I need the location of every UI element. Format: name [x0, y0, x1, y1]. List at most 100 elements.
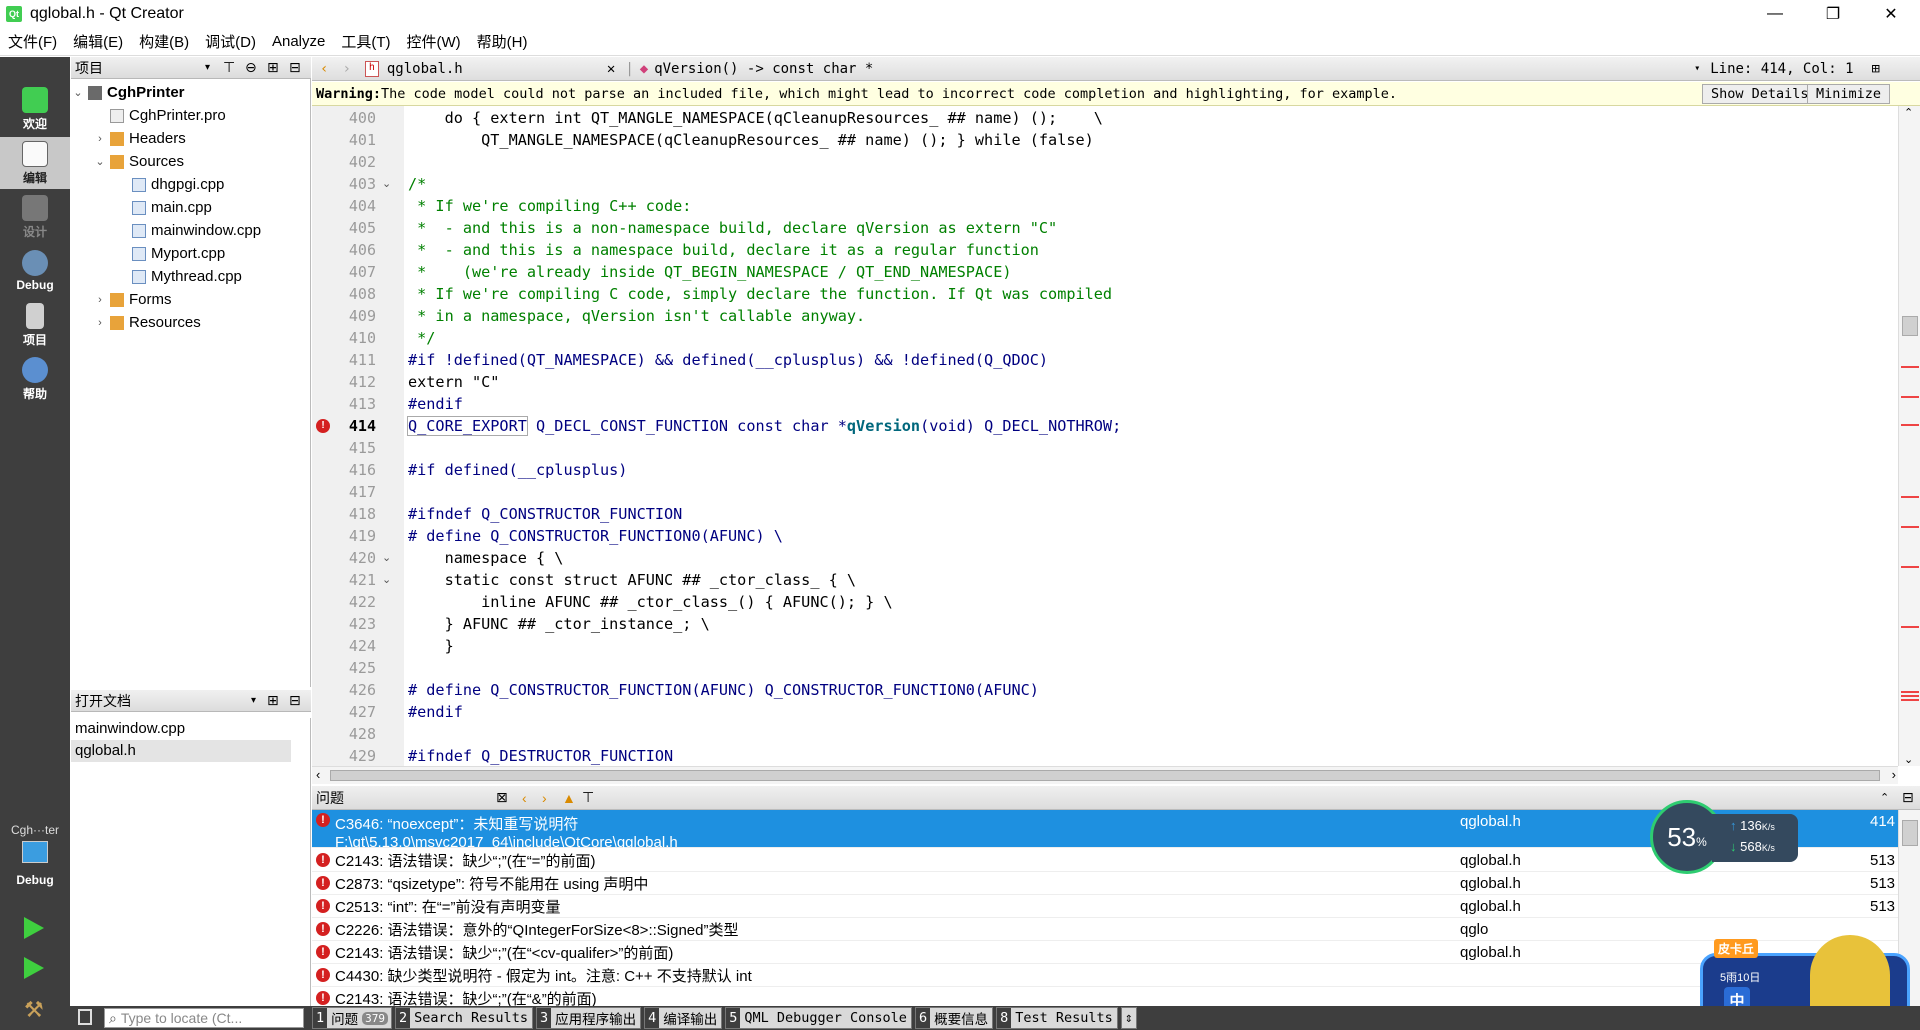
next-issue-icon[interactable]: › [542, 790, 547, 806]
tree-item-project[interactable]: ⌄ CghPrinter [71, 81, 184, 104]
scroll-thumb[interactable] [1902, 316, 1918, 336]
issue-row[interactable]: ! C2143: 语法错误：缺少“;”(在“&”的前面) [312, 987, 1898, 1006]
fold-chevron-icon[interactable]: ⌄ [382, 569, 391, 591]
tree-item-file[interactable]: mainwindow.cpp [115, 219, 261, 242]
scroll-thumb[interactable] [330, 770, 1880, 781]
minimize-button[interactable]: — [1746, 0, 1804, 28]
code-editor[interactable]: do { extern int QT_MANGLE_NAMESPACE(qCle… [404, 106, 1894, 766]
scroll-up-icon[interactable]: ⌃ [1904, 106, 1913, 119]
code-line[interactable]: * If we're compiling C++ code: [408, 195, 691, 217]
tab-search-results[interactable]: 2 Search Results [395, 1007, 533, 1029]
minimize-warning-button[interactable]: Minimize [1807, 84, 1891, 104]
tree-item-sources[interactable]: ⌄ Sources [93, 150, 184, 173]
close-panel-icon[interactable]: ⊟ [289, 59, 301, 76]
tab-issues[interactable]: 1 问题 379 [312, 1007, 393, 1029]
file-selector[interactable]: qglobal.h [387, 61, 607, 77]
mode-help[interactable]: 帮助 [0, 353, 70, 405]
warning-filter-icon[interactable]: ▲ [562, 790, 576, 806]
close-file-icon[interactable]: ✕ [607, 61, 615, 77]
more-tabs-icon[interactable]: ⇕ [1120, 1007, 1137, 1029]
code-line[interactable]: static const struct AFUNC ## _ctor_class… [408, 569, 856, 591]
tree-item-file[interactable]: Myport.cpp [115, 242, 225, 265]
error-marker-icon[interactable]: ! [316, 419, 330, 433]
horizontal-scrollbar[interactable]: ‹ › [312, 766, 1898, 784]
issue-row[interactable]: ! C2513: “int”: 在“=”前没有声明变量 qglobal.h 513 [312, 895, 1898, 918]
chevron-right-icon[interactable]: › [93, 133, 107, 145]
toggle-sidebar-icon[interactable] [78, 1009, 92, 1025]
maximize-button[interactable]: ❐ [1804, 0, 1862, 28]
symbol-selector[interactable]: qVersion() -> const char * [654, 61, 1694, 77]
issue-row[interactable]: ! C4430: 缺少类型说明符 - 假定为 int。注意: C++ 不支持默认 … [312, 964, 1898, 987]
maximize-panel-icon[interactable]: ⌃ [1880, 791, 1889, 804]
code-line[interactable]: inline AFUNC ## _ctor_class_() { AFUNC()… [408, 591, 892, 613]
open-doc-item[interactable]: mainwindow.cpp [71, 718, 310, 740]
code-line[interactable]: * in a namespace, qVersion isn't callabl… [408, 305, 865, 327]
back-icon[interactable]: ‹ [320, 61, 328, 77]
split-icon[interactable]: ⊞ [267, 59, 279, 76]
fold-chevron-icon[interactable]: ⌄ [382, 173, 391, 195]
code-line[interactable]: * (we're already inside QT_BEGIN_NAMESPA… [408, 261, 1011, 283]
mode-design[interactable]: 设计 [0, 191, 70, 243]
code-line[interactable]: #if defined(__cplusplus) [408, 459, 627, 481]
scroll-right-icon[interactable]: › [1892, 767, 1896, 782]
scroll-thumb[interactable] [1902, 820, 1918, 846]
code-line[interactable]: #ifndef Q_CONSTRUCTOR_FUNCTION [408, 503, 682, 525]
code-line[interactable]: # define Q_CONSTRUCTOR_FUNCTION(AFUNC) Q… [408, 679, 1039, 701]
tree-item-file[interactable]: dhgpgi.cpp [115, 173, 224, 196]
chevron-down-icon[interactable]: ▾ [1694, 63, 1700, 74]
panel-dropdown-icon[interactable]: ▾ [251, 695, 256, 706]
code-line[interactable]: namespace { \ [408, 547, 564, 569]
mode-projects[interactable]: 项目 [0, 299, 70, 351]
kit-monitor-icon[interactable] [22, 841, 48, 863]
tree-item-pro[interactable]: CghPrinter.pro [93, 104, 226, 127]
menu-tools[interactable]: 工具(T) [333, 31, 398, 52]
menu-widgets[interactable]: 控件(W) [399, 31, 469, 52]
filter-icon[interactable]: ⊤ [582, 789, 594, 806]
close-button[interactable]: ✕ [1862, 0, 1920, 28]
code-line[interactable]: * If we're compiling C code, simply decl… [408, 283, 1112, 305]
tab-app-output[interactable]: 3 应用程序输出 [535, 1007, 642, 1029]
menu-debug[interactable]: 调试(D) [197, 31, 264, 52]
code-line[interactable]: #endif [408, 701, 463, 723]
close-panel-icon[interactable]: ⊟ [1902, 789, 1914, 806]
run-icon[interactable] [24, 917, 44, 939]
code-line[interactable]: #endif [408, 393, 463, 415]
code-line[interactable]: * - and this is a non-namespace build, d… [408, 217, 1057, 239]
scroll-down-icon[interactable]: ⌄ [1904, 753, 1913, 766]
filter-icon[interactable]: ⊤ [223, 59, 235, 76]
code-line[interactable]: # define Q_CONSTRUCTOR_FUNCTION0(AFUNC) … [408, 525, 783, 547]
tab-test-results[interactable]: 8 Test Results [996, 1007, 1118, 1029]
issue-row[interactable]: ! C2873: “qsizetype”: 符号不能用在 using 声明中 qgl… [312, 872, 1898, 895]
chevron-down-icon[interactable]: ⌄ [93, 155, 107, 168]
menu-build[interactable]: 构建(B) [131, 31, 197, 52]
panel-dropdown-icon[interactable]: ▾ [205, 62, 210, 73]
forward-icon[interactable]: › [342, 61, 350, 77]
code-line[interactable]: * - and this is a namespace build, decla… [408, 239, 1039, 261]
menu-edit[interactable]: 编辑(E) [65, 31, 131, 52]
mode-edit[interactable]: 编辑 [0, 137, 70, 189]
code-line[interactable]: extern "C" [408, 371, 499, 393]
tree-item-headers[interactable]: › Headers [93, 127, 186, 150]
code-line[interactable]: do { extern int QT_MANGLE_NAMESPACE(qCle… [408, 107, 1103, 129]
build-hammer-icon[interactable]: ⚒ [24, 999, 46, 1021]
code-line[interactable]: } AFUNC ## _ctor_instance_; \ [408, 613, 710, 635]
split-icon[interactable]: ⊞ [1872, 61, 1880, 77]
line-gutter[interactable]: 400 401 402 403 ⌄ 404 405 406 407 408 409 410 411 412… [312, 106, 404, 766]
mode-welcome[interactable]: 欢迎 [0, 83, 70, 135]
chevron-right-icon[interactable]: › [93, 317, 107, 329]
mode-debug[interactable]: Debug [0, 245, 70, 297]
code-line[interactable]: #if !defined(QT_NAMESPACE) && defined(__… [408, 349, 1048, 371]
tree-item-file[interactable]: main.cpp [115, 196, 212, 219]
code-line[interactable]: #ifndef Q_DESTRUCTOR_FUNCTION [408, 745, 673, 766]
tree-item-file[interactable]: Mythread.cpp [115, 265, 242, 288]
menu-file[interactable]: 文件(F) [0, 31, 65, 52]
debug-run-icon[interactable] [24, 957, 44, 979]
code-line[interactable]: */ [408, 327, 435, 349]
close-panel-icon[interactable]: ⊟ [289, 692, 301, 709]
issue-row[interactable]: ! C2143: 语法错误：缺少“;”(在“<cv-qualifer>”的前面) q… [312, 941, 1898, 964]
menu-analyze[interactable]: Analyze [264, 33, 333, 50]
tree-item-forms[interactable]: › Forms [93, 288, 171, 311]
chevron-right-icon[interactable]: › [93, 294, 107, 306]
tree-item-resources[interactable]: › Resources [93, 311, 201, 334]
issue-row[interactable]: ! C2226: 语法错误：意外的“QIntegerForSize<8>::Sig… [312, 918, 1898, 941]
